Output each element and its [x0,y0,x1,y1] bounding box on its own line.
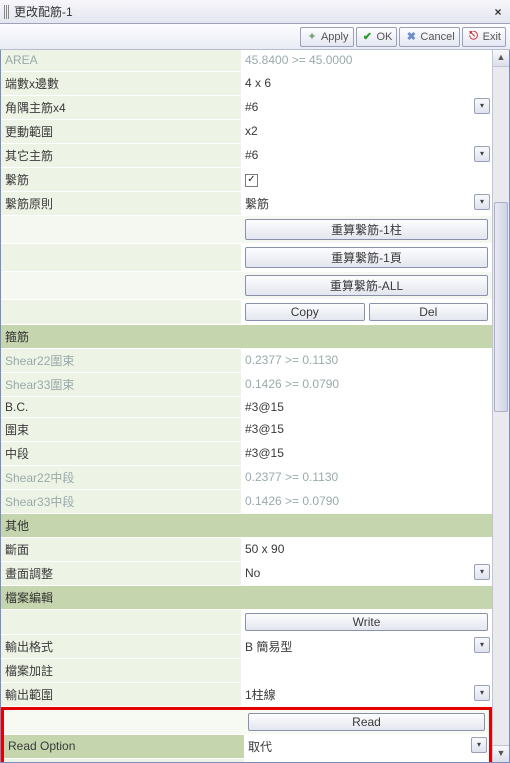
main-content: AREA45.8400 >= 45.0000 端數x邊數4 x 6 角隅主筋x4… [0,50,510,763]
row-jiaoyu-value[interactable]: #6▾ [241,95,492,119]
row-dangan-jiazhù-label: 檔案加註 [1,658,241,682]
row-shear22-label: Shear22圍束 [1,348,241,372]
row-shear33-value: 0.1426 >= 0.0790 [241,372,492,396]
row-shuchu-fanwei-value[interactable]: 1柱線▾ [241,682,492,706]
chevron-down-icon[interactable]: ▾ [474,685,490,701]
row-shuchu-geshi-value[interactable]: B 簡易型▾ [241,634,492,658]
scroll-down-icon[interactable]: ▼ [493,745,509,762]
check-icon: ✔ [361,30,375,44]
section-gujin: 箍筋 [1,324,492,348]
checkbox-icon[interactable]: ✓ [245,174,258,187]
property-grid: AREA45.8400 >= 45.0000 端數x邊數4 x 6 角隅主筋x4… [1,50,492,762]
row-fanjin-label: 繫筋 [1,167,241,191]
row-shear22m-value: 0.2377 >= 0.1130 [241,465,492,489]
row-jiaoyu-label: 角隅主筋x4 [1,95,241,119]
row-area-label: AREA [1,50,241,71]
row-shear33-label: Shear33圍束 [1,372,241,396]
exit-icon: ⎋ [467,30,481,44]
row-shear33m-label: Shear33中段 [1,489,241,513]
row-gangjin-mianji-label: 鋼筋面積精度,.001 cm2 [4,758,244,762]
row-zhongduan-label: 中段 [1,441,241,465]
cancel-icon: ✖ [404,30,418,44]
title-bar: 更改配筋-1 × [0,0,510,24]
row-dangan-jiazhù-value[interactable] [241,658,492,682]
section-other: 其他 [1,513,492,537]
row-bc-value[interactable]: #3@15 [241,396,492,417]
row-bc-label: B.C. [1,396,241,417]
apply-button[interactable]: ✦Apply [300,27,354,47]
row-shear22m-label: Shear22中段 [1,465,241,489]
section-file: 檔案編輯 [1,585,492,609]
chevron-down-icon[interactable]: ▾ [474,194,490,210]
row-shear22-value: 0.2377 >= 0.1130 [241,348,492,372]
chevron-down-icon[interactable]: ▾ [474,564,490,580]
row-read-option-value[interactable]: 取代▾ [244,734,489,758]
chevron-down-icon[interactable]: ▾ [471,737,487,753]
row-duanmian-label: 斷面 [1,537,241,561]
row-duanshu-value[interactable]: 4 x 6 [241,71,492,95]
row-duanmian-value[interactable]: 50 x 90 [241,537,492,561]
row-shuchu-geshi-label: 輸出格式 [1,634,241,658]
exit-label: Exit [483,31,501,43]
row-qita-value[interactable]: #6▾ [241,143,492,167]
scroll-up-icon[interactable]: ▲ [493,50,509,67]
write-button[interactable]: Write [245,613,488,631]
chevron-down-icon[interactable]: ▾ [474,637,490,653]
read-button[interactable]: Read [248,713,485,731]
row-duanshu-label: 端數x邊數 [1,71,241,95]
ok-button[interactable]: ✔OK [356,27,398,47]
row-qita-label: 其它主筋 [1,143,241,167]
row-huamian-value[interactable]: No▾ [241,561,492,585]
window-title: 更改配筋-1 [14,3,490,20]
chevron-down-icon[interactable]: ▾ [474,146,490,162]
row-huamian-label: 畫面調整 [1,561,241,585]
row-gengdong-value[interactable]: x2 [241,119,492,143]
recalc-col-button[interactable]: 重算繫筋-1柱 [245,219,488,240]
row-shuchu-fanwei-label: 輸出範圍 [1,682,241,706]
toolbar: ✦Apply ✔OK ✖Cancel ⎋Exit [0,24,510,50]
close-icon[interactable]: × [490,5,506,19]
scroll-thumb[interactable] [494,202,508,412]
exit-button[interactable]: ⎋Exit [462,27,506,47]
row-fanjin-checkbox[interactable]: ✓ [241,167,492,191]
row-read-option-label: Read Option [4,734,244,758]
apply-icon: ✦ [305,30,319,44]
row-fanjinyuanze-value[interactable]: 繫筋▾ [241,191,492,215]
row-shear33m-value: 0.1426 >= 0.0790 [241,489,492,513]
cancel-button[interactable]: ✖Cancel [399,27,459,47]
recalc-all-button[interactable]: 重算繫筋-ALL [245,275,488,296]
row-gangjin-mianji-value[interactable]: 0.001 [244,758,489,762]
row-area-value: 45.8400 >= 45.0000 [241,50,492,71]
ok-label: OK [377,31,393,43]
cancel-label: Cancel [420,31,454,43]
copy-button[interactable]: Copy [245,303,365,321]
row-weishu-value[interactable]: #3@15 [241,417,492,441]
del-button[interactable]: Del [369,303,489,321]
chevron-down-icon[interactable]: ▾ [474,98,490,114]
grip-icon [4,5,10,19]
vertical-scrollbar[interactable]: ▲ ▼ [492,50,509,762]
read-section-highlight: Read Read Option取代▾ 鋼筋面積精度,.001 cm20.001… [1,707,492,763]
row-fanjinyuanze-label: 繫筋原則 [1,191,241,215]
row-gengdong-label: 更動範圍 [1,119,241,143]
row-weishu-label: 圍束 [1,417,241,441]
apply-label: Apply [321,31,349,43]
row-zhongduan-value[interactable]: #3@15 [241,441,492,465]
recalc-page-button[interactable]: 重算繫筋-1頁 [245,247,488,268]
